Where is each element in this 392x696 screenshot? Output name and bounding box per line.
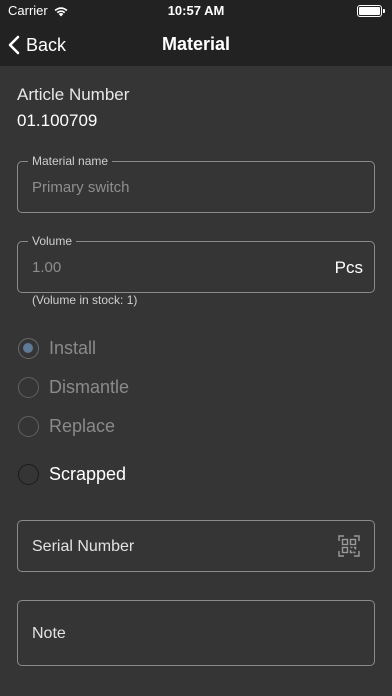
volume-field[interactable]: Volume 1.00 Pcs <box>17 234 375 293</box>
article-number-value: 01.100709 <box>17 111 98 130</box>
radio-unchecked-icon <box>18 376 39 398</box>
radio-checked-icon <box>18 337 39 359</box>
radio-scrapped[interactable]: Scrapped <box>18 463 126 485</box>
radio-dismantle[interactable]: Dismantle <box>18 376 129 398</box>
status-time: 10:57 AM <box>167 3 225 18</box>
radio-dismantle-label: Dismantle <box>49 376 130 397</box>
note-input[interactable]: Note <box>17 600 375 666</box>
material-name-legend: Material name <box>28 154 113 168</box>
page-title: Material <box>161 34 231 54</box>
note-placeholder: Note <box>32 625 66 642</box>
radio-install[interactable]: Install <box>18 337 96 359</box>
battery-icon <box>357 5 385 17</box>
radio-scrapped-label: Scrapped <box>49 463 127 484</box>
volume-value: 1.00 <box>32 259 62 276</box>
article-number-label: Article Number <box>17 85 130 104</box>
volume-unit: Pcs <box>334 258 363 277</box>
radio-replace[interactable]: Replace <box>18 415 115 437</box>
serial-number-placeholder: Serial Number <box>32 538 135 555</box>
material-name-field: Material name Primary switch <box>17 154 375 213</box>
serial-number-input[interactable]: Serial Number <box>17 520 375 572</box>
volume-legend: Volume <box>28 234 77 248</box>
navigation-bar: Back Material <box>0 22 392 66</box>
radio-replace-label: Replace <box>49 415 116 436</box>
volume-stock-hint: (Volume in stock: 1) <box>32 293 138 307</box>
qr-scan-icon[interactable] <box>338 535 360 562</box>
material-name-value: Primary switch <box>32 179 130 196</box>
radio-unchecked-icon <box>18 415 39 437</box>
radio-unchecked-icon <box>18 463 39 485</box>
radio-install-label: Install <box>49 337 97 358</box>
status-bar: Carrier 10:57 AM <box>0 0 392 22</box>
